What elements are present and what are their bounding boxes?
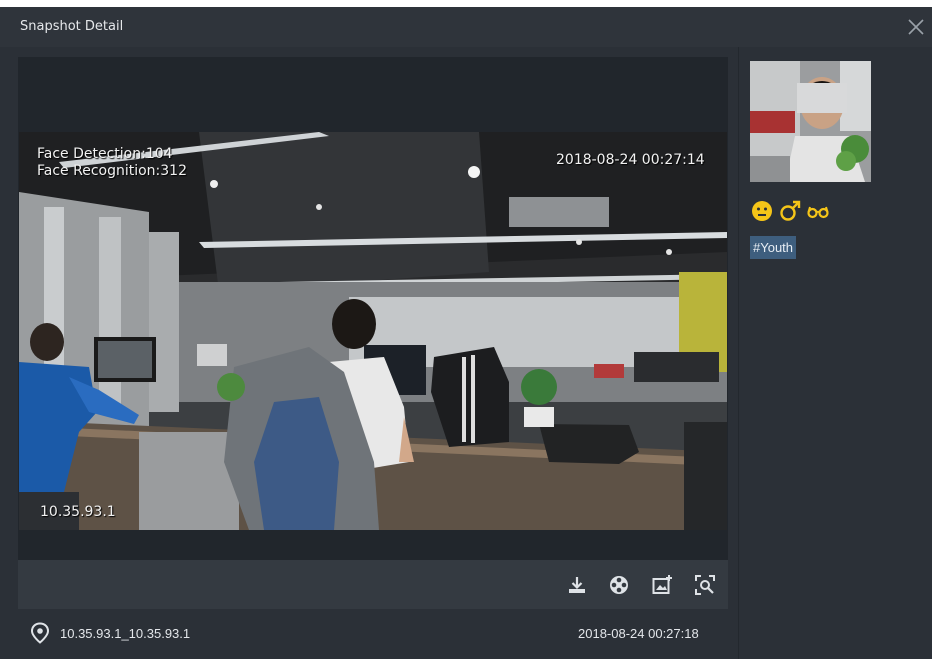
video-reel-icon[interactable] (608, 574, 630, 596)
male-icon (779, 200, 801, 222)
dialog-title: Snapshot Detail (20, 19, 124, 34)
osd-timestamp: 2018-08-24 00:27:14 (556, 152, 705, 168)
viewer-toolbar (18, 560, 728, 609)
osd-face-recognition: Face Recognition:312 (37, 163, 187, 179)
face-crop-image (750, 61, 871, 182)
snapshot-viewer: Face Detection:104 Face Recognition:312 … (18, 57, 728, 609)
glasses-icon (807, 200, 829, 222)
osd-camera-id: 10.35.93.1 (40, 504, 116, 520)
office-scene-image (19, 132, 727, 530)
dialog-titlebar: Snapshot Detail (0, 7, 932, 47)
face-search-icon[interactable] (694, 574, 716, 596)
face-thumbnail[interactable] (750, 61, 871, 182)
location-pin-icon (30, 622, 50, 644)
side-panel-divider (738, 47, 739, 659)
location-text: 10.35.93.1_10.35.93.1 (60, 625, 191, 641)
snapshot-image[interactable]: Face Detection:104 Face Recognition:312 … (19, 132, 727, 530)
osd-face-detection: Face Detection:104 (37, 146, 173, 162)
footer-location: 10.35.93.1_10.35.93.1 (30, 622, 190, 644)
close-icon[interactable] (906, 17, 926, 37)
face-attributes (751, 200, 829, 222)
neutral-face-icon (751, 200, 773, 222)
capture-time: 2018-08-24 00:27:18 (578, 626, 699, 641)
age-tag: #Youth (750, 236, 797, 259)
add-to-library-icon[interactable] (651, 574, 673, 596)
download-icon[interactable] (566, 574, 588, 596)
